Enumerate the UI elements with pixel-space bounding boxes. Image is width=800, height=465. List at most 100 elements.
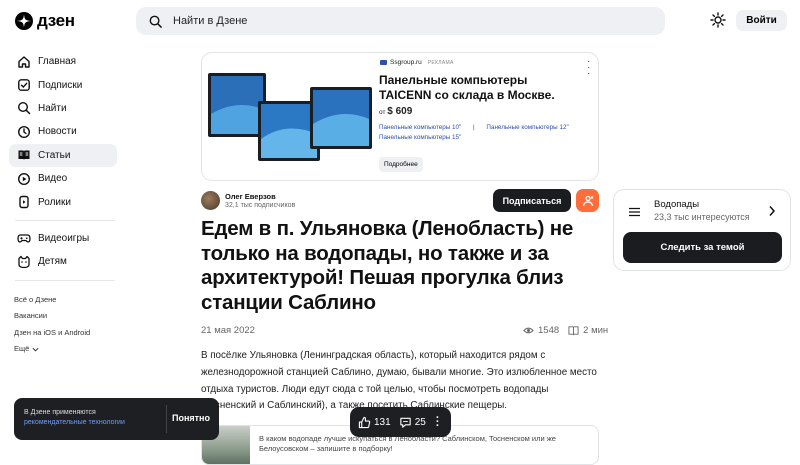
sidebar-item-video[interactable]: Видео: [9, 167, 117, 190]
topic-card: Водопады 23,3 тыс интересуются Следить з…: [613, 189, 791, 271]
sidebar-item-articles[interactable]: Статьи: [9, 143, 117, 167]
chevron-right-icon[interactable]: [768, 205, 776, 217]
footer-link-apps[interactable]: Дзен на iOS и Android: [14, 325, 90, 341]
follow-topic-button[interactable]: Следить за темой: [623, 232, 782, 263]
sidebar-item-shorts[interactable]: Ролики: [9, 190, 117, 213]
cookie-message: В Дзене применяются: [24, 409, 96, 416]
subscriptions-icon: [18, 79, 30, 91]
sidebar-item-label: Подписки: [38, 79, 83, 91]
topic-name[interactable]: Водопады: [654, 199, 699, 210]
book-icon: [568, 326, 579, 336]
sidebar-item-label: Видео: [38, 173, 68, 185]
sidebar-item-videogames[interactable]: Видеоигры: [9, 227, 117, 250]
ad-details-button[interactable]: Подробнее: [379, 157, 423, 172]
cookie-divider: [166, 405, 167, 433]
sidebar-divider: [15, 219, 115, 221]
sidebar-item-label: Новости: [38, 126, 77, 138]
search-icon: [149, 15, 162, 28]
sidebar-item-label: Ролики: [38, 196, 71, 208]
comments-button[interactable]: 25: [399, 416, 426, 429]
ad-link-12[interactable]: Панельные компьютеры 12": [486, 124, 568, 131]
sidebar-footer: Всё о Дзене Вакансии Дзен на iOS и Andro…: [14, 292, 90, 357]
ad-menu-button[interactable]: · · ·: [587, 56, 591, 79]
comment-icon: [399, 417, 411, 428]
search-input[interactable]: Найти в Дзене: [136, 7, 665, 35]
sidebar: Главная Подписки Найти Новости Статьи Ви…: [9, 50, 117, 287]
sidebar-item-label: Главная: [38, 56, 77, 68]
topic-interested-count: 23,3 тыс интересуются: [654, 212, 750, 222]
cookie-accept-button[interactable]: Понятно: [172, 413, 210, 423]
more-button[interactable]: · · ·: [436, 413, 440, 432]
ad-links: Панельные компьютеры 10" | Панельные ком…: [379, 123, 569, 143]
footer-more-label: Ещё: [14, 343, 30, 353]
sidebar-item-label: Детям: [38, 256, 67, 268]
sidebar-item-home[interactable]: Главная: [9, 50, 117, 73]
dzen-logo-icon: [15, 12, 33, 30]
ad-source[interactable]: Ssgroup.ru РЕКЛАМА: [380, 59, 454, 66]
ad-price-value: $ 609: [387, 106, 413, 117]
sun-icon: [710, 12, 726, 28]
header: дзен Найти в Дзене Войти: [0, 0, 800, 42]
author-subscribers: 32,1 тыс подписчиков: [225, 202, 296, 209]
ad-link-separator: |: [473, 124, 475, 131]
sidebar-item-label: Видеоигры: [38, 232, 90, 244]
kids-icon: [18, 255, 30, 268]
logo-text: дзен: [37, 11, 75, 30]
like-button[interactable]: 131: [358, 416, 391, 429]
subscribe-button[interactable]: Подписаться: [493, 189, 571, 212]
footer-more[interactable]: Ещё: [14, 341, 90, 357]
theme-toggle-button[interactable]: [710, 12, 726, 33]
hamburger-icon: [629, 207, 640, 217]
home-icon: [18, 55, 30, 68]
articles-icon: [18, 150, 30, 161]
ad-card[interactable]: Ssgroup.ru РЕКЛАМА · · · Панельные компьют…: [201, 52, 599, 181]
cookie-text: В Дзене применяются рекомендательные тех…: [24, 408, 125, 428]
reactions-bar: 131 25 · · ·: [350, 407, 451, 437]
sidebar-divider: [15, 279, 115, 281]
ad-image: [206, 59, 376, 174]
more-vertical-icon: · · ·: [587, 56, 591, 79]
share-button[interactable]: [576, 189, 599, 212]
ad-link-15[interactable]: Панельные компьютеры 15": [379, 133, 569, 143]
ad-source-name: Ssgroup.ru: [390, 59, 422, 66]
author-name[interactable]: Олег Еверзов: [225, 192, 276, 201]
article-stats: 1548 2 мин: [523, 325, 608, 336]
cookie-notice: В Дзене применяются рекомендательные тех…: [14, 398, 219, 440]
sidebar-item-label: Найти: [38, 102, 67, 114]
ad-price-prefix: от: [379, 109, 386, 116]
related-article-text: В каком водопаде лучше искупаться в Лено…: [259, 434, 556, 453]
ad-price: от $ 609: [379, 106, 412, 117]
more-vertical-icon: · · ·: [435, 412, 440, 432]
comments-count: 25: [414, 416, 426, 428]
author-avatar[interactable]: [201, 191, 220, 210]
dzen-logo[interactable]: дзен: [15, 11, 75, 31]
thumbs-up-icon: [358, 416, 371, 428]
eye-icon: [523, 327, 534, 334]
sidebar-item-subscriptions[interactable]: Подписки: [9, 73, 117, 96]
ad-label: РЕКЛАМА: [427, 59, 454, 66]
video-icon: [17, 172, 31, 185]
news-icon: [17, 125, 31, 138]
sidebar-item-kids[interactable]: Детям: [9, 250, 117, 273]
search-placeholder: Найти в Дзене: [173, 15, 248, 27]
share-icon: [582, 195, 593, 206]
sidebar-item-news[interactable]: Новости: [9, 120, 117, 143]
shorts-icon: [19, 195, 29, 209]
read-time: 2 мин: [583, 325, 609, 336]
ad-link-10[interactable]: Панельные компьютеры 10": [379, 124, 461, 131]
login-button[interactable]: Войти: [736, 10, 787, 31]
footer-link-about[interactable]: Всё о Дзене: [14, 292, 90, 308]
chevron-down-icon: [32, 347, 39, 352]
article-body: В посёлке Ульяновка (Ленинградская облас…: [201, 350, 597, 412]
sidebar-item-search[interactable]: Найти: [9, 97, 117, 120]
views-count: 1548: [538, 325, 560, 336]
ad-title[interactable]: Панельные компьютеры TAICENN со склада в…: [379, 73, 579, 102]
cookie-link[interactable]: рекомендательные технологии: [24, 418, 125, 428]
sidebar-item-label: Статьи: [38, 149, 71, 161]
article-date: 21 мая 2022: [201, 325, 255, 336]
gamepad-icon: [17, 234, 31, 244]
search-icon: [17, 102, 31, 115]
likes-count: 131: [374, 416, 391, 428]
footer-link-jobs[interactable]: Вакансии: [14, 308, 90, 324]
ad-source-icon: [380, 60, 387, 65]
